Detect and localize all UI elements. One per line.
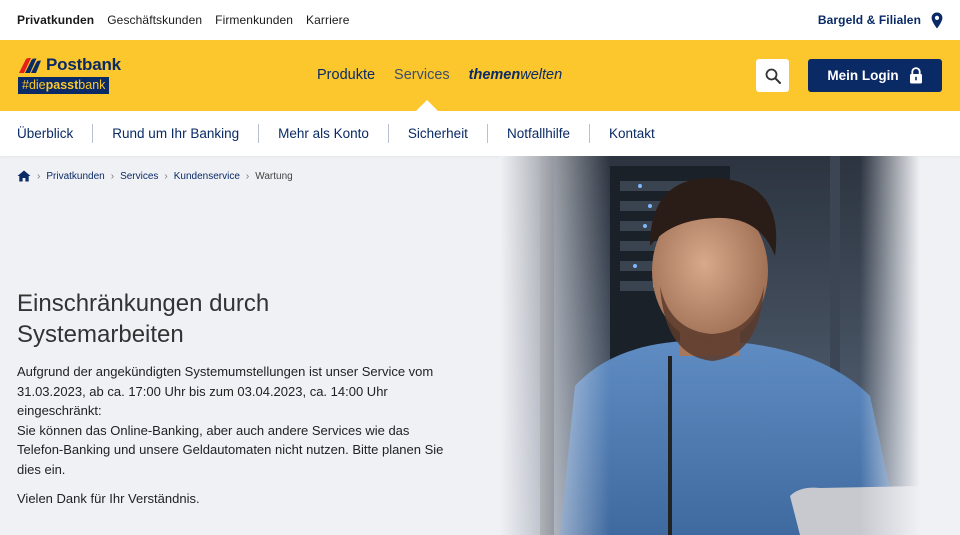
- subnav-divider: [92, 124, 94, 143]
- nav-item-themenwelten[interactable]: themenwelten: [469, 67, 563, 83]
- main-navigation: Produkte Services themenwelten: [317, 67, 562, 83]
- nav-item-produkte[interactable]: Produkte: [317, 67, 375, 83]
- page-title: Einschränkungen durch Systemarbeiten: [17, 288, 477, 350]
- breadcrumb-services[interactable]: Services: [120, 171, 158, 182]
- notice-paragraph: Aufgrund der angekündigten Systemumstell…: [17, 364, 444, 477]
- main-header: Postbank #diepasstbank Produkte Services…: [0, 40, 960, 111]
- location-pin-icon[interactable]: [931, 12, 943, 29]
- maintenance-notice: Aufgrund der angekündigten Systemumstell…: [17, 362, 487, 509]
- breadcrumb-kundenservice[interactable]: Kundenservice: [174, 171, 240, 182]
- subnav-item-kontakt[interactable]: Kontakt: [609, 126, 674, 141]
- search-button[interactable]: [756, 59, 789, 92]
- subnav-item-notfallhilfe[interactable]: Notfallhilfe: [507, 126, 589, 141]
- subnav-divider: [486, 124, 488, 143]
- breadcrumb: › Privatkunden › Services › Kundenservic…: [17, 170, 293, 182]
- nav-item-services[interactable]: Services: [394, 67, 450, 83]
- subnav-item-ueberblick[interactable]: Überblick: [17, 126, 92, 141]
- home-icon[interactable]: [17, 170, 31, 182]
- subnav-divider: [588, 124, 590, 143]
- subnav-item-sicherheit[interactable]: Sicherheit: [408, 126, 487, 141]
- breadcrumb-current: Wartung: [255, 170, 293, 182]
- segment-link-geschaeftskunden[interactable]: Geschäftskunden: [107, 13, 202, 27]
- breadcrumb-privatkunden[interactable]: Privatkunden: [46, 171, 104, 182]
- page-title-line-1: Einschränkungen durch: [17, 290, 270, 317]
- search-icon: [765, 68, 781, 84]
- branches-link[interactable]: Bargeld & Filialen: [818, 13, 921, 27]
- subnav-divider: [387, 124, 389, 143]
- page-title-line-2: Systemarbeiten: [17, 321, 184, 348]
- segment-link-privatkunden[interactable]: Privatkunden: [17, 13, 94, 27]
- thanks-text: Vielen Dank für Ihr Verständnis.: [17, 491, 200, 506]
- postbank-logo[interactable]: Postbank #diepasstbank: [18, 55, 121, 94]
- branches-link-wrap[interactable]: Bargeld & Filialen: [818, 12, 943, 29]
- segment-links: Privatkunden Geschäftskunden Firmenkunde…: [17, 13, 350, 27]
- hero-fade-left: [500, 156, 610, 535]
- login-button-label: Mein Login: [827, 68, 899, 83]
- chevron-right-icon: ›: [37, 170, 41, 182]
- section-subnav: Überblick Rund um Ihr Banking Mehr als K…: [0, 111, 960, 156]
- segment-link-firmenkunden[interactable]: Firmenkunden: [215, 13, 293, 27]
- hero-fade-right: [860, 156, 920, 535]
- postbank-logo-mark-icon: [19, 57, 41, 73]
- active-nav-indicator: [416, 100, 438, 111]
- subnav-item-rund-um-ihr-banking[interactable]: Rund um Ihr Banking: [112, 126, 258, 141]
- subnav-divider: [258, 124, 260, 143]
- lock-icon: [909, 67, 922, 84]
- segment-link-karriere[interactable]: Karriere: [306, 13, 349, 27]
- login-button[interactable]: Mein Login: [808, 59, 942, 92]
- chevron-right-icon: ›: [245, 170, 250, 182]
- chevron-right-icon: ›: [164, 170, 168, 182]
- chevron-right-icon: ›: [110, 170, 115, 182]
- subnav-item-mehr-als-konto[interactable]: Mehr als Konto: [278, 126, 388, 141]
- logo-hashtag: #diepasstbank: [18, 77, 110, 94]
- logo-wordmark: Postbank: [46, 55, 121, 74]
- top-utility-bar: Privatkunden Geschäftskunden Firmenkunde…: [0, 0, 960, 40]
